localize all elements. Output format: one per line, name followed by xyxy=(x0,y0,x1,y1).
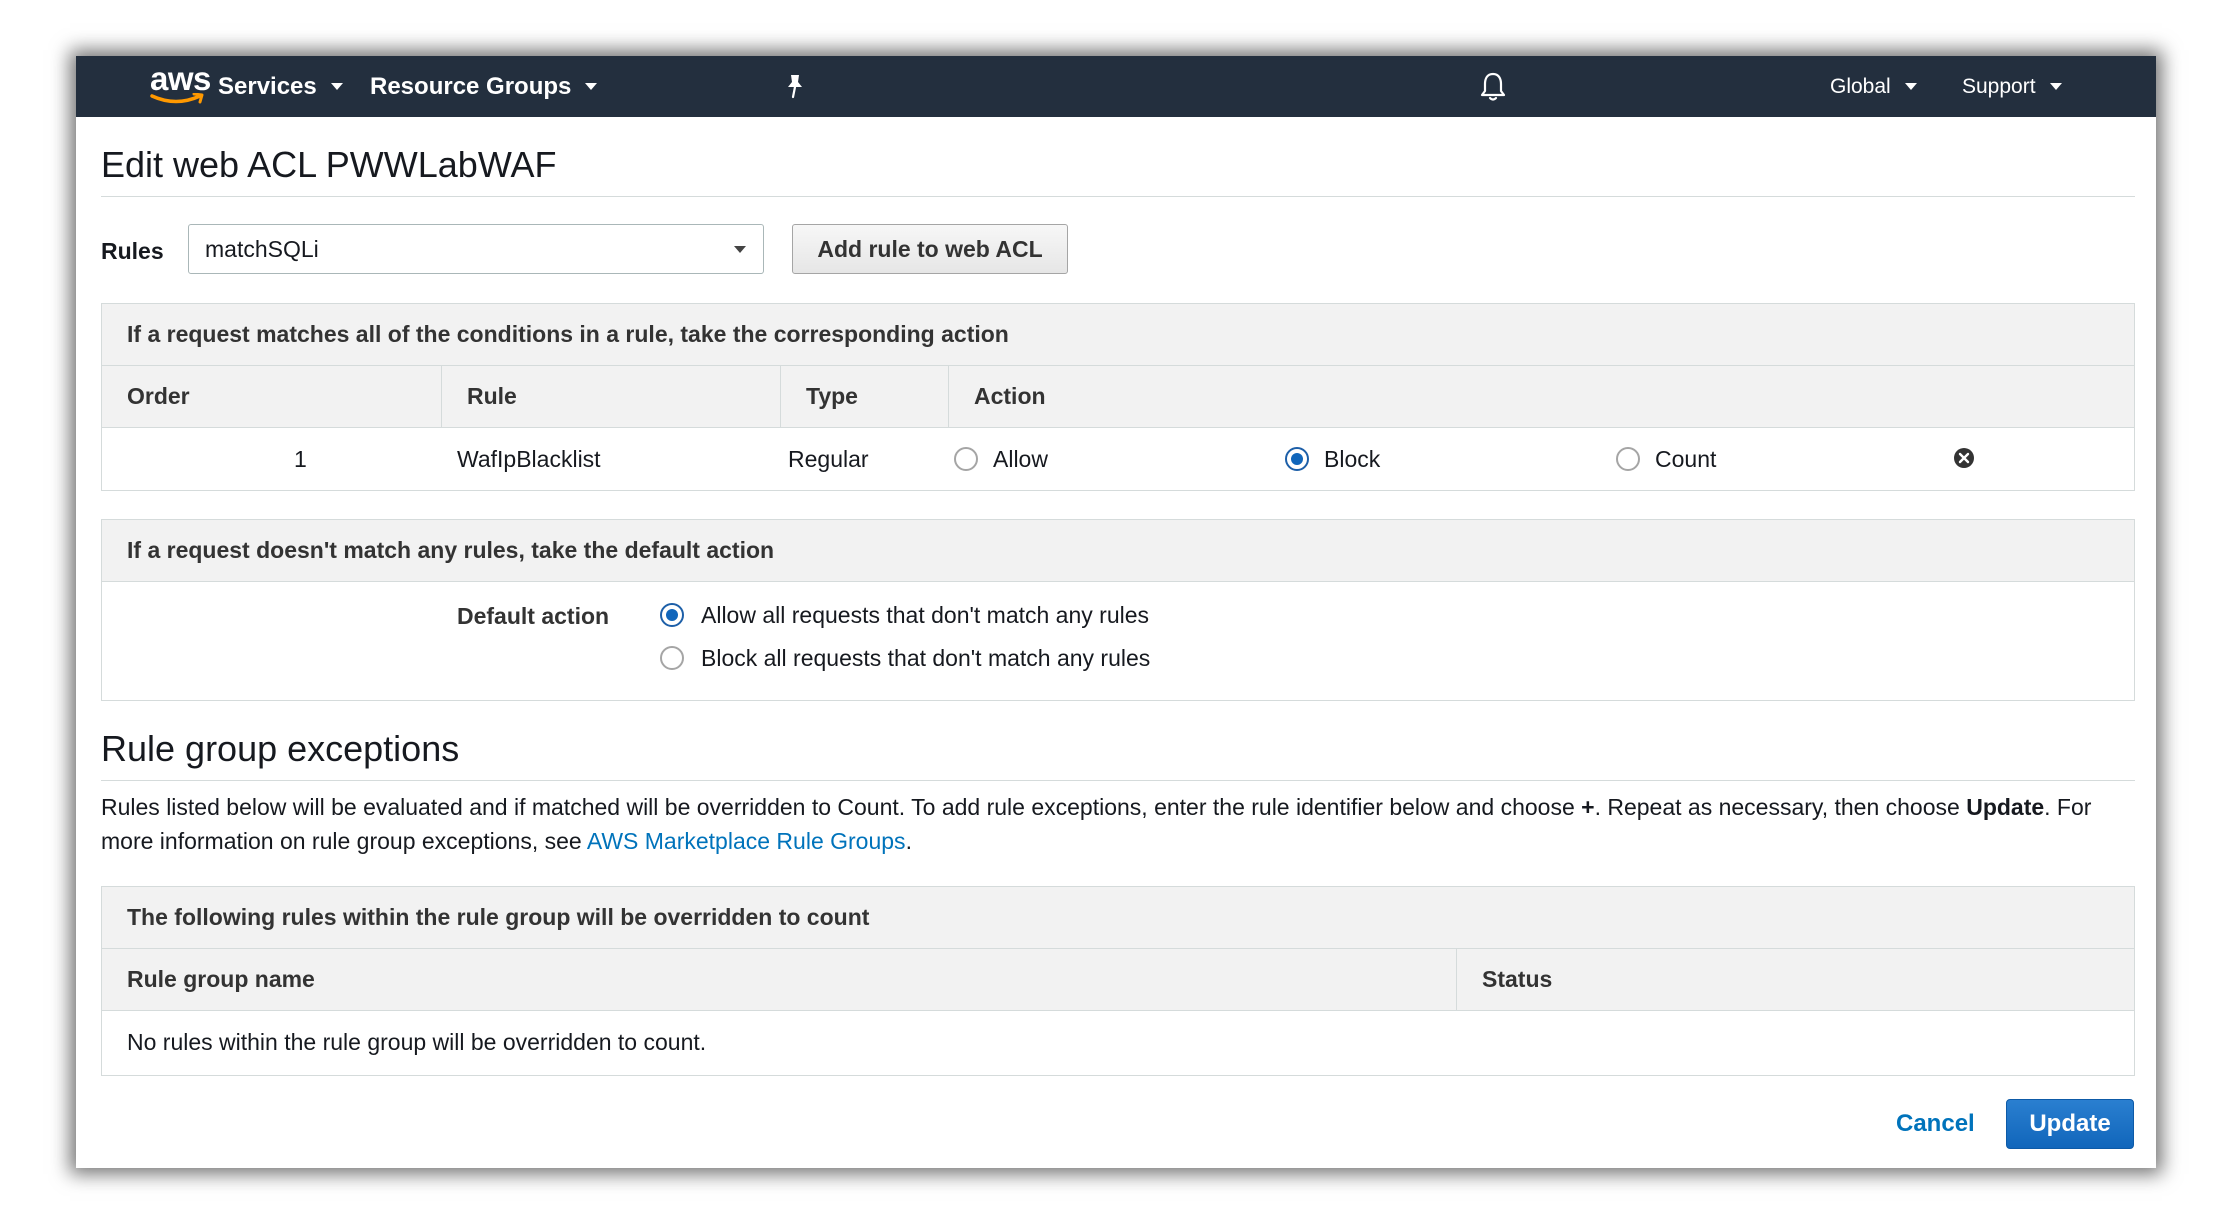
empty-message: No rules within the rule group will be o… xyxy=(127,1028,707,1055)
column-header-rule-group-name: Rule group name xyxy=(127,966,315,992)
resource-groups-menu-label: Resource Groups xyxy=(370,72,572,100)
action-block-option[interactable]: Block xyxy=(1285,428,1380,490)
chevron-down-icon xyxy=(585,83,598,90)
description-update: Update xyxy=(1966,794,2045,820)
default-action-panel: If a request doesn't match any rules, ta… xyxy=(101,519,2135,701)
default-block-label: Block all requests that don't match any … xyxy=(701,644,1151,671)
chevron-down-icon xyxy=(1904,83,1917,90)
description-text: Rules listed below will be evaluated and… xyxy=(101,794,1582,820)
rules-panel: If a request matches all of the conditio… xyxy=(101,303,2135,491)
exceptions-description: Rules listed below will be evaluated and… xyxy=(101,790,2141,858)
default-allow-label: Allow all requests that don't match any … xyxy=(701,601,1150,628)
rule-order: 1 xyxy=(294,445,307,472)
remove-rule-icon[interactable] xyxy=(1953,447,1975,469)
section-title: Rule group exceptions xyxy=(101,728,460,769)
rule-type: Regular xyxy=(788,445,869,472)
aws-smile-icon xyxy=(150,93,204,104)
update-button[interactable]: Update xyxy=(2006,1099,2134,1149)
exceptions-panel-heading: The following rules within the rule grou… xyxy=(102,887,2134,949)
chevron-down-icon xyxy=(2049,83,2062,90)
action-allow-option[interactable]: Allow xyxy=(954,428,1048,490)
default-allow-radio[interactable] xyxy=(660,603,684,627)
region-menu-label: Global xyxy=(1830,74,1891,98)
description-text: . Repeat as necessary, then choose xyxy=(1594,794,1967,820)
cancel-button[interactable]: Cancel xyxy=(1896,1110,1975,1138)
chevron-down-icon xyxy=(330,83,343,90)
rules-select-value: matchSQLi xyxy=(205,235,319,262)
rule-name: WafIpBlacklist xyxy=(457,445,601,472)
action-count-option[interactable]: Count xyxy=(1616,428,1716,490)
rules-select[interactable]: matchSQLi xyxy=(188,224,764,274)
divider xyxy=(101,780,2135,781)
services-menu-label: Services xyxy=(218,72,317,100)
default-block-option[interactable]: Block all requests that don't match any … xyxy=(660,641,1150,675)
divider xyxy=(101,196,2135,197)
table-row: 1 WafIpBlacklist Regular Allow Block Cou… xyxy=(102,428,2134,490)
region-menu[interactable]: Global xyxy=(1830,56,1917,117)
column-header-action: Action xyxy=(948,366,2134,427)
action-allow-radio[interactable] xyxy=(954,447,978,471)
action-count-radio[interactable] xyxy=(1616,447,1640,471)
resource-groups-menu[interactable]: Resource Groups xyxy=(370,56,598,117)
action-block-radio[interactable] xyxy=(1285,447,1309,471)
column-header-type: Type xyxy=(780,366,948,427)
add-rule-button[interactable]: Add rule to web ACL xyxy=(792,224,1068,274)
action-block-label: Block xyxy=(1324,445,1381,472)
default-action-panel-heading: If a request doesn't match any rules, ta… xyxy=(102,520,2134,582)
default-block-radio[interactable] xyxy=(660,646,684,670)
column-header-status: Status xyxy=(1456,949,2134,1010)
rules-label: Rules xyxy=(101,238,164,264)
browser-window: aws Services Resource Groups Global Supp… xyxy=(76,56,2156,1168)
rules-panel-heading: If a request matches all of the conditio… xyxy=(102,304,2134,366)
table-row: No rules within the rule group will be o… xyxy=(102,1011,2134,1073)
support-menu[interactable]: Support xyxy=(1962,56,2062,117)
description-plus: + xyxy=(1581,794,1595,820)
action-count-label: Count xyxy=(1655,445,1717,472)
top-navigation-bar: aws Services Resource Groups Global Supp… xyxy=(76,56,2156,117)
default-allow-option[interactable]: Allow all requests that don't match any … xyxy=(660,598,1149,632)
chevron-down-icon xyxy=(734,246,746,253)
aws-logo[interactable]: aws xyxy=(148,60,222,112)
page-title: Edit web ACL PWWLabWAF xyxy=(101,144,557,185)
action-allow-label: Allow xyxy=(993,445,1048,472)
column-header-rule: Rule xyxy=(441,366,780,427)
services-menu[interactable]: Services xyxy=(218,56,343,117)
rules-table-header: Order Rule Type Action xyxy=(102,366,2134,428)
default-action-label: Default action xyxy=(457,603,610,629)
notifications-bell-icon[interactable] xyxy=(1478,71,1508,103)
support-menu-label: Support xyxy=(1962,74,2036,98)
pin-icon[interactable] xyxy=(783,73,807,99)
exceptions-panel: The following rules within the rule grou… xyxy=(101,886,2135,1076)
exceptions-table-header: Rule group name Status xyxy=(102,949,2134,1011)
column-header-order: Order xyxy=(127,383,190,409)
description-text: . xyxy=(905,828,912,854)
marketplace-rule-groups-link[interactable]: AWS Marketplace Rule Groups xyxy=(587,828,906,854)
